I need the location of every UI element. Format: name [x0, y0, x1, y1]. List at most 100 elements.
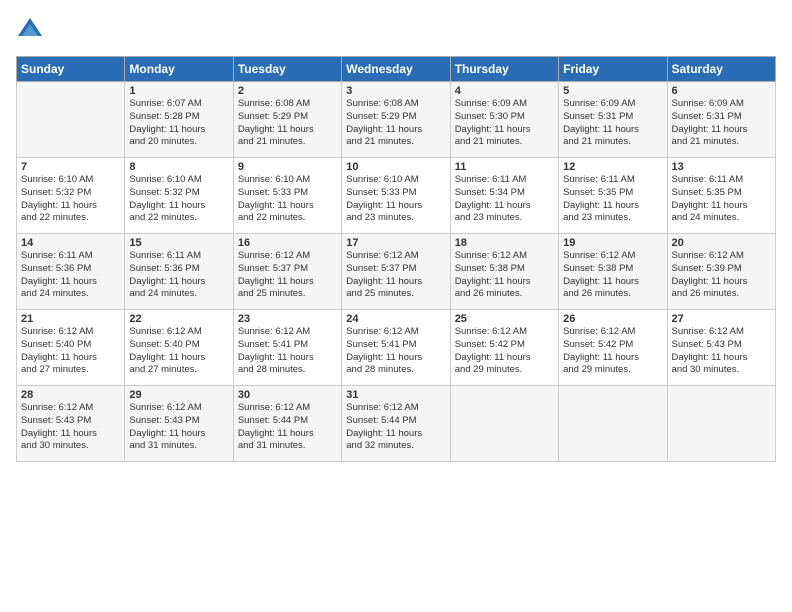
- page-container: SundayMondayTuesdayWednesdayThursdayFrid…: [0, 0, 792, 470]
- day-number: 8: [129, 161, 228, 173]
- logo-icon: [16, 16, 44, 44]
- calendar-table: SundayMondayTuesdayWednesdayThursdayFrid…: [16, 56, 776, 462]
- calendar-cell: 7Sunrise: 6:10 AMSunset: 5:32 PMDaylight…: [17, 158, 125, 234]
- day-info: Sunrise: 6:08 AMSunset: 5:29 PMDaylight:…: [238, 98, 337, 149]
- day-info: Sunrise: 6:08 AMSunset: 5:29 PMDaylight:…: [346, 98, 445, 149]
- day-info: Sunrise: 6:12 AMSunset: 5:43 PMDaylight:…: [21, 402, 120, 453]
- day-info: Sunrise: 6:12 AMSunset: 5:41 PMDaylight:…: [238, 326, 337, 377]
- day-number: 24: [346, 313, 445, 325]
- weekday-header: Thursday: [450, 57, 558, 82]
- day-number: 22: [129, 313, 228, 325]
- day-info: Sunrise: 6:12 AMSunset: 5:37 PMDaylight:…: [346, 250, 445, 301]
- calendar-cell: 18Sunrise: 6:12 AMSunset: 5:38 PMDayligh…: [450, 234, 558, 310]
- calendar-cell: [559, 386, 667, 462]
- day-info: Sunrise: 6:12 AMSunset: 5:37 PMDaylight:…: [238, 250, 337, 301]
- day-info: Sunrise: 6:12 AMSunset: 5:42 PMDaylight:…: [455, 326, 554, 377]
- day-number: 29: [129, 389, 228, 401]
- day-info: Sunrise: 6:12 AMSunset: 5:41 PMDaylight:…: [346, 326, 445, 377]
- day-info: Sunrise: 6:10 AMSunset: 5:33 PMDaylight:…: [238, 174, 337, 225]
- calendar-cell: 17Sunrise: 6:12 AMSunset: 5:37 PMDayligh…: [342, 234, 450, 310]
- day-number: 10: [346, 161, 445, 173]
- weekday-header: Sunday: [17, 57, 125, 82]
- day-info: Sunrise: 6:10 AMSunset: 5:32 PMDaylight:…: [21, 174, 120, 225]
- day-number: 25: [455, 313, 554, 325]
- header-row: SundayMondayTuesdayWednesdayThursdayFrid…: [17, 57, 776, 82]
- day-info: Sunrise: 6:12 AMSunset: 5:44 PMDaylight:…: [238, 402, 337, 453]
- day-number: 6: [672, 85, 771, 97]
- day-info: Sunrise: 6:12 AMSunset: 5:38 PMDaylight:…: [455, 250, 554, 301]
- calendar-week-row: 7Sunrise: 6:10 AMSunset: 5:32 PMDaylight…: [17, 158, 776, 234]
- day-number: 7: [21, 161, 120, 173]
- weekday-header: Tuesday: [233, 57, 341, 82]
- day-info: Sunrise: 6:12 AMSunset: 5:43 PMDaylight:…: [129, 402, 228, 453]
- calendar-cell: [667, 386, 775, 462]
- calendar-cell: 23Sunrise: 6:12 AMSunset: 5:41 PMDayligh…: [233, 310, 341, 386]
- calendar-cell: [17, 82, 125, 158]
- day-number: 2: [238, 85, 337, 97]
- calendar-week-row: 21Sunrise: 6:12 AMSunset: 5:40 PMDayligh…: [17, 310, 776, 386]
- calendar-cell: 24Sunrise: 6:12 AMSunset: 5:41 PMDayligh…: [342, 310, 450, 386]
- weekday-header: Wednesday: [342, 57, 450, 82]
- calendar-cell: 20Sunrise: 6:12 AMSunset: 5:39 PMDayligh…: [667, 234, 775, 310]
- day-number: 9: [238, 161, 337, 173]
- day-number: 30: [238, 389, 337, 401]
- day-info: Sunrise: 6:09 AMSunset: 5:30 PMDaylight:…: [455, 98, 554, 149]
- calendar-cell: 6Sunrise: 6:09 AMSunset: 5:31 PMDaylight…: [667, 82, 775, 158]
- calendar-cell: 5Sunrise: 6:09 AMSunset: 5:31 PMDaylight…: [559, 82, 667, 158]
- logo: [16, 16, 48, 44]
- day-number: 14: [21, 237, 120, 249]
- day-number: 1: [129, 85, 228, 97]
- day-number: 26: [563, 313, 662, 325]
- day-number: 15: [129, 237, 228, 249]
- calendar-cell: 11Sunrise: 6:11 AMSunset: 5:34 PMDayligh…: [450, 158, 558, 234]
- day-number: 12: [563, 161, 662, 173]
- day-number: 18: [455, 237, 554, 249]
- day-number: 16: [238, 237, 337, 249]
- calendar-cell: 26Sunrise: 6:12 AMSunset: 5:42 PMDayligh…: [559, 310, 667, 386]
- calendar-cell: 12Sunrise: 6:11 AMSunset: 5:35 PMDayligh…: [559, 158, 667, 234]
- calendar-week-row: 28Sunrise: 6:12 AMSunset: 5:43 PMDayligh…: [17, 386, 776, 462]
- weekday-header: Saturday: [667, 57, 775, 82]
- header: [16, 16, 776, 44]
- day-number: 11: [455, 161, 554, 173]
- calendar-cell: 21Sunrise: 6:12 AMSunset: 5:40 PMDayligh…: [17, 310, 125, 386]
- day-number: 21: [21, 313, 120, 325]
- day-info: Sunrise: 6:11 AMSunset: 5:35 PMDaylight:…: [672, 174, 771, 225]
- weekday-header: Monday: [125, 57, 233, 82]
- calendar-cell: 22Sunrise: 6:12 AMSunset: 5:40 PMDayligh…: [125, 310, 233, 386]
- day-info: Sunrise: 6:12 AMSunset: 5:40 PMDaylight:…: [21, 326, 120, 377]
- day-info: Sunrise: 6:10 AMSunset: 5:33 PMDaylight:…: [346, 174, 445, 225]
- day-number: 28: [21, 389, 120, 401]
- day-info: Sunrise: 6:12 AMSunset: 5:39 PMDaylight:…: [672, 250, 771, 301]
- weekday-header: Friday: [559, 57, 667, 82]
- calendar-cell: 16Sunrise: 6:12 AMSunset: 5:37 PMDayligh…: [233, 234, 341, 310]
- day-number: 4: [455, 85, 554, 97]
- calendar-cell: 3Sunrise: 6:08 AMSunset: 5:29 PMDaylight…: [342, 82, 450, 158]
- day-info: Sunrise: 6:12 AMSunset: 5:38 PMDaylight:…: [563, 250, 662, 301]
- day-info: Sunrise: 6:12 AMSunset: 5:40 PMDaylight:…: [129, 326, 228, 377]
- day-info: Sunrise: 6:11 AMSunset: 5:36 PMDaylight:…: [21, 250, 120, 301]
- day-info: Sunrise: 6:12 AMSunset: 5:43 PMDaylight:…: [672, 326, 771, 377]
- day-number: 23: [238, 313, 337, 325]
- day-number: 19: [563, 237, 662, 249]
- day-number: 31: [346, 389, 445, 401]
- day-info: Sunrise: 6:09 AMSunset: 5:31 PMDaylight:…: [672, 98, 771, 149]
- day-number: 13: [672, 161, 771, 173]
- day-info: Sunrise: 6:11 AMSunset: 5:36 PMDaylight:…: [129, 250, 228, 301]
- calendar-cell: 4Sunrise: 6:09 AMSunset: 5:30 PMDaylight…: [450, 82, 558, 158]
- calendar-week-row: 1Sunrise: 6:07 AMSunset: 5:28 PMDaylight…: [17, 82, 776, 158]
- day-info: Sunrise: 6:11 AMSunset: 5:35 PMDaylight:…: [563, 174, 662, 225]
- day-info: Sunrise: 6:12 AMSunset: 5:44 PMDaylight:…: [346, 402, 445, 453]
- calendar-cell: 19Sunrise: 6:12 AMSunset: 5:38 PMDayligh…: [559, 234, 667, 310]
- day-number: 17: [346, 237, 445, 249]
- calendar-week-row: 14Sunrise: 6:11 AMSunset: 5:36 PMDayligh…: [17, 234, 776, 310]
- calendar-cell: [450, 386, 558, 462]
- day-number: 20: [672, 237, 771, 249]
- calendar-cell: 2Sunrise: 6:08 AMSunset: 5:29 PMDaylight…: [233, 82, 341, 158]
- calendar-cell: 8Sunrise: 6:10 AMSunset: 5:32 PMDaylight…: [125, 158, 233, 234]
- day-info: Sunrise: 6:11 AMSunset: 5:34 PMDaylight:…: [455, 174, 554, 225]
- calendar-cell: 10Sunrise: 6:10 AMSunset: 5:33 PMDayligh…: [342, 158, 450, 234]
- calendar-cell: 28Sunrise: 6:12 AMSunset: 5:43 PMDayligh…: [17, 386, 125, 462]
- calendar-cell: 29Sunrise: 6:12 AMSunset: 5:43 PMDayligh…: [125, 386, 233, 462]
- calendar-cell: 31Sunrise: 6:12 AMSunset: 5:44 PMDayligh…: [342, 386, 450, 462]
